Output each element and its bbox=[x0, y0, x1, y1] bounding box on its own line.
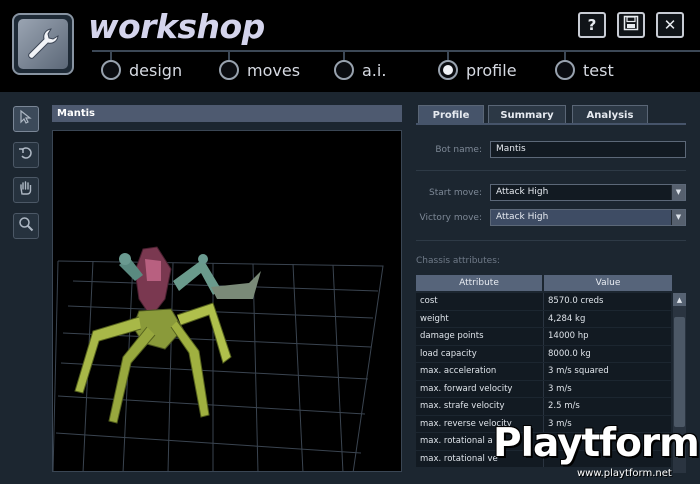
value-cell: 3 m/s squared bbox=[544, 363, 671, 380]
value-cell: 8000.0 kg bbox=[544, 345, 671, 362]
table-row[interactable]: damage points 14000 hp bbox=[416, 328, 671, 346]
start-move-select[interactable]: Attack High ▼ bbox=[490, 184, 686, 201]
tab-analysis[interactable]: Analysis bbox=[572, 105, 648, 124]
radio-icon bbox=[334, 60, 354, 80]
column-header-attribute[interactable]: Attribute bbox=[416, 275, 542, 291]
app-header: workshop ? ✕ design moves a.i. profile t… bbox=[0, 0, 700, 92]
close-button[interactable]: ✕ bbox=[656, 12, 684, 38]
attribute-cell: damage points bbox=[416, 328, 544, 345]
nav-tab-label: a.i. bbox=[362, 60, 387, 80]
attribute-cell: max. forward velocity bbox=[416, 380, 544, 397]
save-button[interactable] bbox=[617, 12, 645, 38]
value-cell: 3 m/s bbox=[544, 380, 671, 397]
nav-tab-label: moves bbox=[247, 60, 301, 80]
zoom-icon bbox=[18, 216, 34, 236]
workshop-logo bbox=[12, 13, 74, 75]
rotate-tool-button[interactable] bbox=[13, 142, 39, 168]
nav-tab-profile[interactable]: profile bbox=[438, 59, 517, 81]
divider bbox=[416, 170, 686, 171]
table-row[interactable]: load capacity 8000.0 kg bbox=[416, 345, 671, 363]
attribute-cell: load capacity bbox=[416, 345, 544, 362]
attribute-cell: weight bbox=[416, 310, 544, 327]
nav-tab-design[interactable]: design bbox=[101, 59, 182, 81]
mantis-robot bbox=[74, 246, 261, 424]
value-cell: 8570.0 creds bbox=[544, 293, 671, 310]
3d-viewport[interactable] bbox=[52, 130, 402, 472]
app-title: workshop bbox=[88, 7, 265, 46]
nav-tab-test[interactable]: test bbox=[555, 59, 614, 81]
victory-move-select[interactable]: Attack High ▼ bbox=[490, 209, 686, 226]
radio-selected-icon bbox=[438, 60, 458, 80]
pointer-icon bbox=[18, 109, 34, 129]
nav-track bbox=[92, 50, 700, 52]
watermark-brand: Playtform bbox=[493, 421, 700, 466]
victory-move-value: Attack High bbox=[496, 212, 549, 222]
value-cell: 14000 hp bbox=[544, 328, 671, 345]
nav-tab-ai[interactable]: a.i. bbox=[334, 59, 386, 81]
rotate-icon bbox=[18, 145, 34, 165]
radio-icon bbox=[219, 60, 239, 80]
radio-icon bbox=[555, 60, 575, 80]
table-row[interactable]: max. forward velocity 3 m/s bbox=[416, 380, 671, 398]
chassis-attributes-label: Chassis attributes: bbox=[416, 256, 500, 266]
chevron-down-icon: ▼ bbox=[671, 185, 685, 200]
pointer-tool-button[interactable] bbox=[13, 106, 39, 132]
watermark-url: www.playtform.net bbox=[577, 468, 672, 479]
bot-name-label: Bot name: bbox=[435, 145, 482, 155]
wrench-icon bbox=[18, 19, 68, 69]
help-button[interactable]: ? bbox=[578, 12, 606, 38]
robot-preview-render bbox=[53, 246, 384, 471]
bot-name-input[interactable]: Mantis bbox=[490, 141, 686, 158]
nav-tab-label: design bbox=[129, 60, 183, 80]
column-header-value[interactable]: Value bbox=[544, 275, 672, 291]
victory-move-label: Victory move: bbox=[419, 213, 483, 223]
viewport-title: Mantis bbox=[52, 105, 402, 122]
nav-tab-label: profile bbox=[466, 60, 517, 80]
value-cell: 4,284 kg bbox=[544, 310, 671, 327]
tab-profile[interactable]: Profile bbox=[418, 105, 484, 124]
pan-tool-button[interactable] bbox=[13, 177, 39, 203]
start-move-value: Attack High bbox=[496, 187, 549, 197]
attribute-cell: cost bbox=[416, 293, 544, 310]
table-row[interactable]: max. strafe velocity 2.5 m/s bbox=[416, 398, 671, 416]
chevron-down-icon: ▼ bbox=[671, 210, 685, 225]
scroll-up-arrow-icon[interactable]: ▲ bbox=[673, 293, 686, 306]
radio-icon bbox=[101, 60, 121, 80]
table-row[interactable]: weight 4,284 kg bbox=[416, 310, 671, 328]
divider bbox=[416, 240, 686, 241]
value-cell: 2.5 m/s bbox=[544, 398, 671, 415]
floppy-disk-icon bbox=[623, 15, 639, 35]
watermark: Playtform www.playtform.net bbox=[487, 421, 700, 484]
hand-icon bbox=[18, 180, 34, 200]
nav-tab-moves[interactable]: moves bbox=[219, 59, 300, 81]
table-row[interactable]: cost 8570.0 creds bbox=[416, 293, 671, 311]
attribute-cell: max. strafe velocity bbox=[416, 398, 544, 415]
tab-summary[interactable]: Summary bbox=[488, 105, 566, 124]
scrollbar-thumb[interactable] bbox=[674, 317, 685, 427]
nav-tab-label: test bbox=[583, 60, 614, 80]
table-row[interactable]: max. acceleration 3 m/s squared bbox=[416, 363, 671, 381]
start-move-label: Start move: bbox=[428, 188, 482, 198]
zoom-tool-button[interactable] bbox=[13, 213, 39, 239]
tab-underline bbox=[416, 123, 686, 125]
attribute-cell: max. acceleration bbox=[416, 363, 544, 380]
